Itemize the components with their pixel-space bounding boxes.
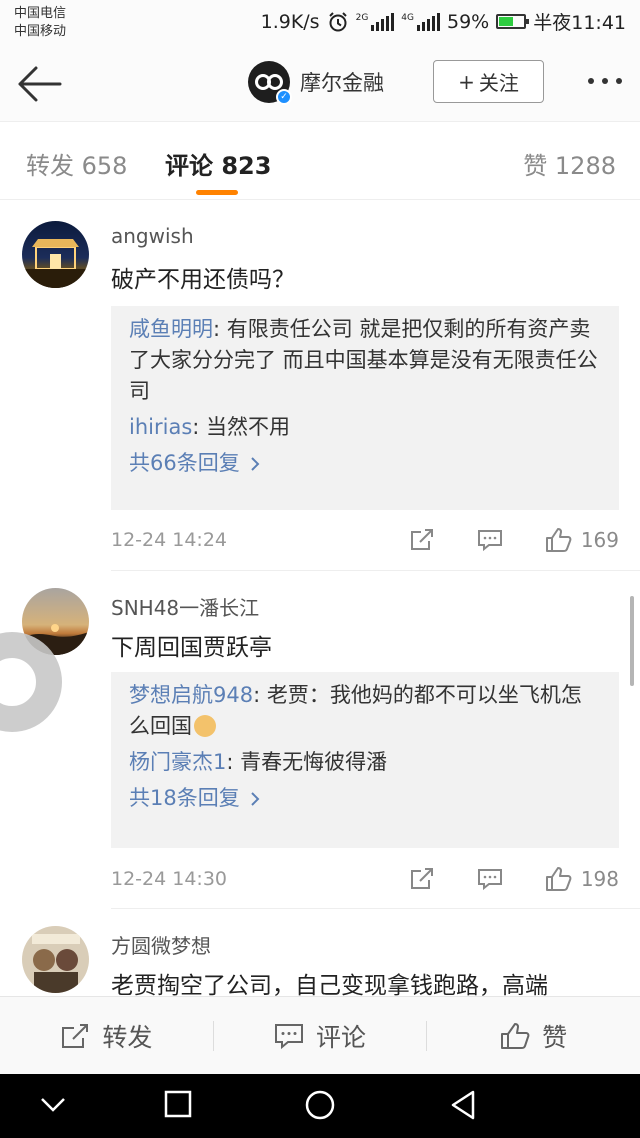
cat-emoji-icon [194,715,216,737]
reply-username[interactable]: ihirias [129,415,192,439]
follow-label: 关注 [478,71,519,95]
reply-username[interactable]: 杨门豪杰1 [129,750,226,774]
comment-icon [275,1023,303,1049]
chevron-right-icon [251,791,260,806]
avatar[interactable] [22,221,89,288]
thumbs-up-icon [545,867,572,891]
comment-button[interactable]: 评论 [214,997,427,1074]
chevron-right-icon [251,456,260,471]
nav-bar: ✓ 摩尔金融 + 关注 [0,44,640,122]
more-options-icon[interactable] [588,78,622,84]
like-count: 198 [580,867,619,891]
repost-button[interactable]: 转发 [0,997,213,1074]
plus-icon: + [458,69,475,94]
like-comment-button[interactable]: 198 [545,866,619,892]
like-label: 赞 [542,1022,568,1052]
comment-username[interactable]: angwish [111,224,194,248]
comment-meta: 12-24 14:24 169 [111,520,619,560]
reply-text: : 当然不用 [192,415,291,439]
account-header[interactable]: ✓ 摩尔金融 [248,61,384,105]
avatar-image [32,934,80,993]
tab-bar: 转发 658 评论 823 赞 1288 [0,122,640,200]
chevron-down-icon[interactable] [40,1096,66,1114]
verified-badge-icon: ✓ [276,89,292,105]
more-replies-link[interactable]: 共66条回复 [129,448,601,479]
comment-icon [477,869,502,891]
comment-meta: 12-24 14:30 198 [111,859,619,899]
tab-likes[interactable]: 赞 1288 [523,146,616,181]
like-comment-button[interactable]: 169 [545,527,619,553]
alarm-icon [328,11,347,31]
like-count: 169 [580,528,619,552]
reply-comment-button[interactable] [477,528,503,552]
tab-repost[interactable]: 转发 658 [26,146,127,181]
more-replies-label: 共66条回复 [129,451,240,475]
comment-time: 12-24 14:24 [111,529,228,551]
repost-comment-button[interactable] [409,528,435,552]
like-button[interactable]: 赞 [427,997,640,1074]
back-arrow-icon [18,66,62,102]
repost-comment-button[interactable] [409,867,435,891]
reply-text: : 青春无悔彼得潘 [226,750,388,774]
net-type-1: 2G [355,12,369,23]
reply-comment-button[interactable] [477,867,503,891]
home-icon[interactable] [304,1089,336,1121]
back-button[interactable] [16,64,64,104]
comment-label: 评论 [316,1022,367,1052]
carrier-1: 中国电信 [14,6,67,21]
bottom-action-bar: 转发 评论 赞 [0,996,640,1074]
replies-box[interactable]: 咸鱼明明: 有限责任公司 就是把仅剩的所有资产卖了大家分分完了 而且中国基本算是… [111,306,619,510]
scrollbar[interactable] [630,596,634,686]
clock: 半夜11:41 [533,12,626,34]
thumbs-up-icon [501,1022,530,1049]
reply-username[interactable]: 咸鱼明明 [129,317,213,341]
tab-comments[interactable]: 评论 823 [165,146,271,181]
avatar[interactable] [22,926,89,993]
account-avatar[interactable]: ✓ [248,61,292,105]
account-name: 摩尔金融 [300,71,384,95]
comment-text: 破产不用还债吗？ [111,267,295,293]
battery-icon [496,14,530,29]
share-icon [410,868,433,889]
signal-4g-icon: 4G [401,12,440,31]
comment-time: 12-24 14:30 [111,868,228,890]
reply-item: 杨门豪杰1: 青春无悔彼得潘 [129,747,601,778]
comment-feed[interactable]: angwish 破产不用还债吗？ 咸鱼明明: 有限责任公司 就是把仅剩的所有资产… [0,200,640,996]
more-replies-link[interactable]: 共18条回复 [129,783,601,814]
reply-item: 梦想启航948: 老贾：我他妈的都不可以坐飞机怎么回国 [129,680,601,742]
battery-percent: 59% [447,10,490,33]
share-icon [410,529,433,550]
comment-text: 下周回国贾跃亭 [111,635,272,661]
status-indicators: 1.9K/s 2G 4G 59% 半夜11:41 [261,8,626,35]
follow-button[interactable]: + 关注 [433,60,544,103]
back-nav-icon[interactable] [450,1090,476,1120]
net-type-2: 4G [401,12,414,23]
comment-icon [477,530,502,552]
more-replies-label: 共18条回复 [129,786,240,810]
comment-divider [111,570,640,571]
network-speed: 1.9K/s [260,10,320,33]
status-bar: 中国电信 中国移动 1.9K/s 2G 4G 59% 半夜11:41 [0,0,640,44]
reply-item: ihirias: 当然不用 [129,412,601,443]
avatar-image [22,239,89,288]
repost-label: 转发 [102,1022,153,1052]
replies-box[interactable]: 梦想启航948: 老贾：我他妈的都不可以坐飞机怎么回国 杨门豪杰1: 青春无悔彼… [111,672,619,848]
share-icon [62,1023,89,1048]
carrier-2: 中国移动 [14,24,67,39]
reply-username[interactable]: 梦想启航948 [129,683,253,707]
thumbs-up-icon [545,528,572,552]
carrier-info: 中国电信 中国移动 [14,5,66,41]
signal-2g-icon: 2G [355,12,395,31]
comment-text: 老贾掏空了公司，自己变现拿钱跑路，高端 [111,973,548,996]
battery-fill [499,17,514,26]
system-navigation-bar [0,1074,640,1138]
comment-divider [111,908,640,909]
reply-item: 咸鱼明明: 有限责任公司 就是把仅剩的所有资产卖了大家分分完了 而且中国基本算是… [129,314,601,407]
active-tab-indicator [196,190,238,195]
comment-username[interactable]: SNH48一潘长江 [111,592,259,621]
comment-username[interactable]: 方圆微梦想 [111,930,211,959]
recent-apps-icon[interactable] [164,1090,192,1118]
